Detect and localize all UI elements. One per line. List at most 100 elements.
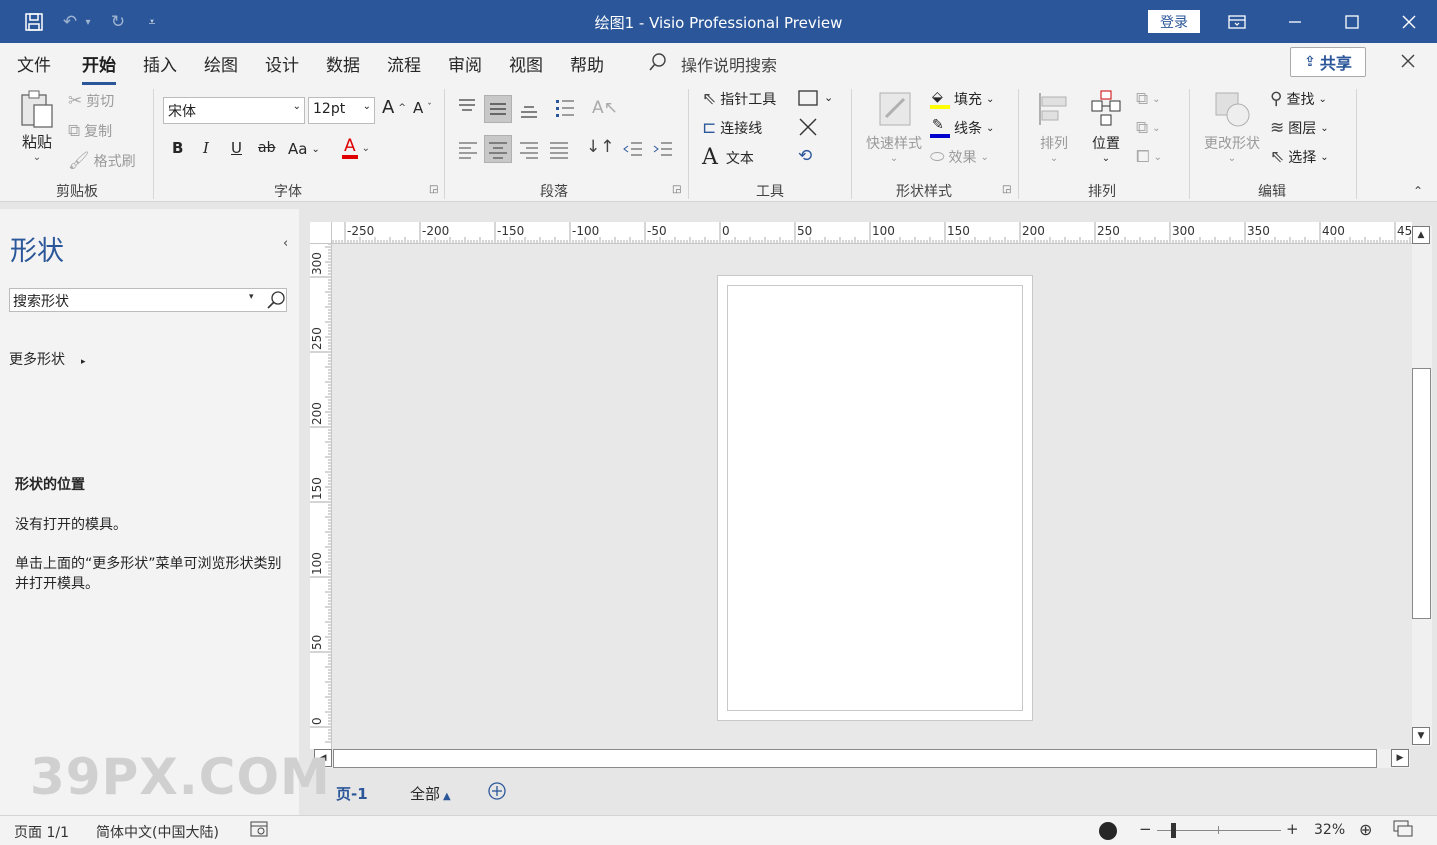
tab-view[interactable]: 视图 [509,51,543,76]
tab-data[interactable]: 数据 [326,51,360,76]
line-button[interactable]: ✎ 线条 ⌄ [930,117,994,138]
shrink-font-icon[interactable]: Aˇ [413,99,432,117]
copy-button[interactable]: ⧉ 复制 [68,121,112,141]
justify-icon[interactable] [548,139,570,163]
more-shapes-label: 更多形状 [9,352,65,368]
align-top-icon[interactable] [456,97,478,121]
connection-point-icon[interactable] [798,117,818,141]
tab-design[interactable]: 设计 [265,51,299,76]
format-painter-button[interactable]: 🖌 格式刷 [68,151,136,171]
login-button[interactable]: 登录 [1148,10,1200,33]
scroll-right-icon[interactable]: ▶ [1391,749,1409,767]
vertical-scrollbar[interactable]: ▲ ▼ [1412,226,1432,746]
zoom-level[interactable]: 32% [1314,822,1345,838]
layers-button[interactable]: ≋ 图层 ⌄ [1270,118,1329,138]
search-shapes-placeholder: 搜索形状 [13,294,69,310]
align-center-icon[interactable] [484,135,512,163]
macro-recording-icon[interactable] [250,820,270,842]
tab-draw[interactable]: 绘图 [204,51,238,76]
quick-styles-button[interactable]: 快速样式 ⌄ [862,89,926,164]
shape-styles-dialog-launcher-icon[interactable]: ◲ [1002,184,1011,195]
switch-windows-icon[interactable] [1393,820,1413,842]
tab-file[interactable]: 文件 [17,51,51,76]
strikethrough-button[interactable]: ab [258,140,275,156]
rectangle-shape-icon[interactable] [798,90,818,110]
horizontal-ruler[interactable]: -250 -200 -150 -100 -50 0 50 100 150 200 250 300 350… [332,222,1412,244]
cut-button[interactable]: ✂ 剪切 [68,91,114,111]
scroll-down-icon[interactable]: ▼ [1412,727,1430,745]
zoom-out-icon[interactable]: − [1139,820,1152,838]
page-tab-1[interactable]: 页-1 [336,783,368,804]
language-status[interactable]: 简体中文(中国大陆) [96,822,219,842]
font-color-button[interactable]: A ⌄ [342,137,370,159]
decrease-indent-icon[interactable] [622,139,644,163]
presentation-mode-icon[interactable] [1099,822,1117,840]
align-middle-icon[interactable] [484,95,512,123]
tab-help[interactable]: 帮助 [570,51,604,76]
italic-button[interactable]: I [203,139,209,157]
change-case-button[interactable]: Aa ⌄ [288,140,320,158]
align-right-icon[interactable] [518,139,540,163]
connector-button[interactable]: ⊏ 连接线 [702,118,762,138]
all-pages-button[interactable]: 全部 ▲ [410,783,451,804]
send-backward-button[interactable]: ⧉ ⌄ [1136,118,1161,138]
collapse-panel-icon[interactable]: ‹ [283,236,288,251]
search-icon[interactable] [266,290,286,314]
fill-button[interactable]: ⬙ 填充 ⌄ [930,89,994,109]
text-tool-button[interactable]: A 文本 [702,145,754,170]
tab-insert[interactable]: 插入 [143,51,177,76]
increase-indent-icon[interactable] [652,139,674,163]
effects-button[interactable]: ⬭ 效果 ⌄ [930,147,989,167]
arrange-button[interactable]: 排列 ⌄ [1034,89,1074,164]
bullets-icon[interactable] [554,97,576,123]
bring-forward-button[interactable]: ⧉ ⌄ [1136,89,1161,109]
align-bottom-icon[interactable] [518,99,540,125]
align-left-icon[interactable] [457,139,479,163]
tell-me-search[interactable]: 操作说明搜索 [681,52,777,76]
ruler-label: 50 [310,634,324,650]
zoom-slider-thumb[interactable] [1171,823,1176,838]
share-button[interactable]: ⇪ 共享 [1290,47,1366,77]
search-shapes-input[interactable]: 搜索形状 ▾ [9,288,287,312]
font-dialog-launcher-icon[interactable]: ◲ [429,184,438,195]
group-shapes-button[interactable]: ⧠ ⌄ [1136,147,1162,167]
collapse-ribbon-icon[interactable]: ⌃ [1413,184,1423,198]
zoom-in-icon[interactable]: + [1286,820,1299,838]
paragraph-dialog-launcher-icon[interactable]: ◲ [672,184,681,195]
close-window-icon[interactable] [1381,0,1437,43]
search-options-dropdown-icon[interactable]: ▾ [249,292,254,302]
tab-review[interactable]: 审阅 [448,51,482,76]
horizontal-scroll-thumb[interactable] [333,749,1377,768]
minimize-icon[interactable] [1267,0,1323,43]
grow-font-icon[interactable]: A ^ [382,97,406,118]
rotate-icon[interactable]: ⟲ [798,146,812,166]
ruler-label: 400 [1322,224,1345,238]
bold-button[interactable]: B [172,139,183,157]
underline-button[interactable]: U [231,139,242,157]
chevron-down-icon[interactable]: ⌄ [824,91,833,104]
vertical-scroll-thumb[interactable] [1412,368,1431,619]
vertical-ruler[interactable]: 300 250 200 150 100 50 0 [310,244,332,749]
font-size-combo[interactable]: 12pt ⌄ [308,97,375,124]
position-button[interactable]: 位置 ⌄ [1086,89,1126,164]
fit-page-icon[interactable]: ⊕ [1359,820,1372,839]
paste-button[interactable]: 粘贴 ⌄ [17,89,57,163]
pointer-tool-button[interactable]: ⇖ 指针工具 [702,89,776,109]
close-pane-icon[interactable] [1400,53,1416,73]
font-name-combo[interactable]: 宋体 ⌄ [163,97,305,124]
drawing-page[interactable] [717,275,1033,721]
change-shape-button[interactable]: 更改形状 ⌄ [1200,89,1264,164]
maximize-icon[interactable] [1324,0,1380,43]
more-shapes-menu[interactable]: 更多形状 ▸ [9,349,86,369]
paragraph-spacing-icon[interactable]: ↓↑ [586,137,615,157]
find-button[interactable]: ⚲ 查找 ⌄ [1270,89,1327,109]
select-button[interactable]: ⇖ 选择 ⌄ [1270,147,1329,167]
horizontal-scrollbar[interactable]: ◀ ▶ [314,749,1410,768]
text-direction-icon[interactable]: A↖ [592,98,618,118]
tab-process[interactable]: 流程 [387,51,421,76]
add-page-icon[interactable] [487,781,507,805]
ribbon-display-options-icon[interactable] [1209,0,1265,43]
scroll-up-icon[interactable]: ▲ [1412,226,1430,244]
page-number-status[interactable]: 页面 1/1 [14,822,69,842]
tab-home[interactable]: 开始 [82,51,116,85]
